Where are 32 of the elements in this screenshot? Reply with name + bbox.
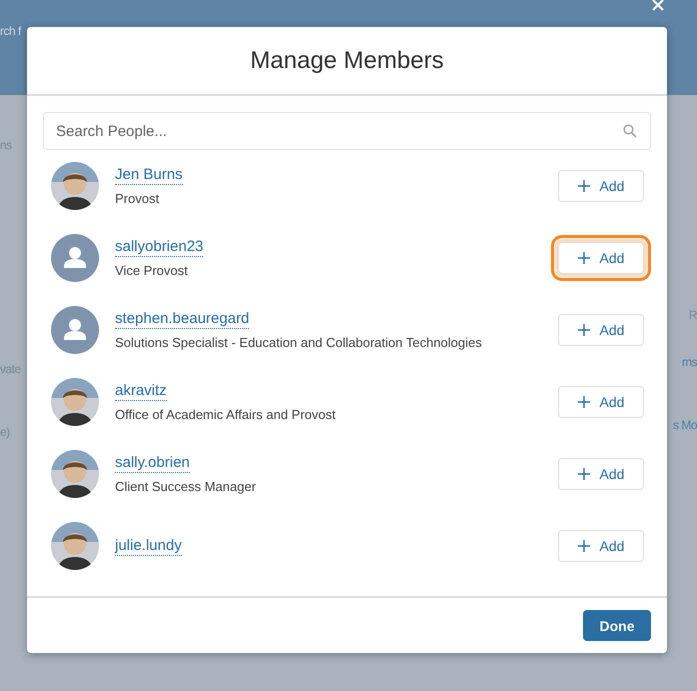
- person-name-link[interactable]: akravitz: [115, 382, 167, 401]
- add-button[interactable]: Add: [558, 386, 644, 418]
- person-role: Solutions Specialist - Education and Collaboration Technologies: [115, 335, 483, 350]
- person-role: Provost: [115, 191, 160, 206]
- search-field[interactable]: Search People...: [43, 112, 651, 150]
- person-name-link[interactable]: stephen.beauregard: [115, 310, 250, 329]
- person-role: Office of Academic Affairs and Provost: [115, 407, 337, 422]
- dialog-title: Manage Members: [250, 46, 444, 74]
- person-role: Client Success Manager: [115, 479, 257, 494]
- avatar-icon: [51, 234, 99, 282]
- background-text: s Mo: [672, 417, 697, 434]
- add-button[interactable]: Add: [558, 530, 644, 562]
- add-button[interactable]: Add: [558, 458, 644, 490]
- person-name-link[interactable]: julie.lundy: [115, 536, 182, 556]
- add-button[interactable]: Add: [558, 314, 644, 346]
- plus-icon: [578, 252, 590, 264]
- close-icon[interactable]: [650, 0, 666, 12]
- avatar-icon: [51, 306, 99, 354]
- plus-icon: [578, 396, 590, 408]
- plus-icon: [578, 468, 590, 480]
- person-name-link[interactable]: sally.obrien: [115, 454, 190, 473]
- search-icon: [623, 124, 637, 138]
- done-button[interactable]: Done: [583, 610, 651, 641]
- add-button[interactable]: Add: [558, 170, 644, 202]
- background-text: rch f: [0, 23, 21, 40]
- plus-icon: [578, 180, 590, 192]
- person-name-link[interactable]: sallyobrien23: [115, 238, 204, 257]
- person-role: Vice Provost: [115, 263, 189, 278]
- plus-icon: [578, 540, 590, 552]
- plus-icon: [578, 324, 590, 336]
- person-name-link[interactable]: Jen Burns: [115, 166, 183, 185]
- background-text: rns: [682, 354, 697, 371]
